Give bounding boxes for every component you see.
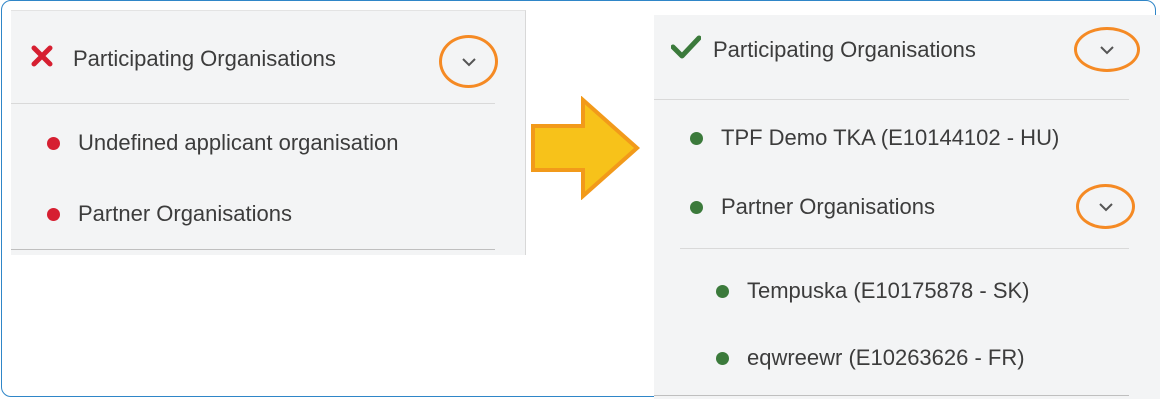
right-panel: Participating Organisations TPF Demo TKA…	[654, 15, 1160, 399]
chevron-down-icon	[461, 57, 477, 67]
participating-organisations-header[interactable]: Participating Organisations	[31, 45, 336, 73]
right-arrow-icon	[525, 95, 645, 205]
chevron-down-icon	[1099, 45, 1115, 55]
list-item[interactable]: Partner Organisations	[47, 201, 292, 227]
list-item[interactable]: TPF Demo TKA (E10144102 - HU)	[690, 125, 1059, 151]
left-panel: Participating Organisations Undefined ap…	[11, 10, 526, 255]
header-divider	[654, 99, 1129, 100]
item-label: Tempuska (E10175878 - SK)	[747, 278, 1030, 303]
chevron-down-icon	[1098, 202, 1114, 212]
item-label: Undefined applicant organisation	[78, 130, 399, 155]
item-label: TPF Demo TKA (E10144102 - HU)	[721, 125, 1060, 150]
list-item[interactable]: Tempuska (E10175878 - SK)	[716, 278, 1030, 304]
status-dot	[716, 284, 729, 298]
header-divider	[11, 103, 495, 104]
item-label: Partner Organisations	[721, 194, 935, 219]
check-mark-icon	[670, 35, 703, 65]
status-dot	[690, 200, 703, 214]
header-label: Participating Organisations	[73, 46, 336, 71]
status-dot	[47, 136, 60, 150]
bottom-divider	[654, 395, 1129, 396]
header-label: Participating Organisations	[713, 37, 976, 62]
list-item[interactable]: Partner Organisations	[690, 194, 935, 220]
status-dot	[716, 351, 729, 365]
expand-chevron-button[interactable]	[1076, 184, 1135, 229]
expand-chevron-button[interactable]	[1074, 27, 1140, 72]
item-label: eqwreewr (E10263626 - FR)	[747, 345, 1025, 370]
list-item[interactable]: Undefined applicant organisation	[47, 130, 398, 156]
expand-chevron-button[interactable]	[439, 35, 498, 88]
group-divider	[680, 248, 1129, 249]
x-mark-icon	[31, 45, 57, 73]
status-dot	[690, 131, 703, 145]
bottom-divider	[11, 249, 495, 250]
item-label: Partner Organisations	[78, 201, 292, 226]
status-dot	[47, 207, 60, 221]
participating-organisations-header[interactable]: Participating Organisations	[670, 35, 976, 65]
list-item[interactable]: eqwreewr (E10263626 - FR)	[716, 345, 1025, 371]
